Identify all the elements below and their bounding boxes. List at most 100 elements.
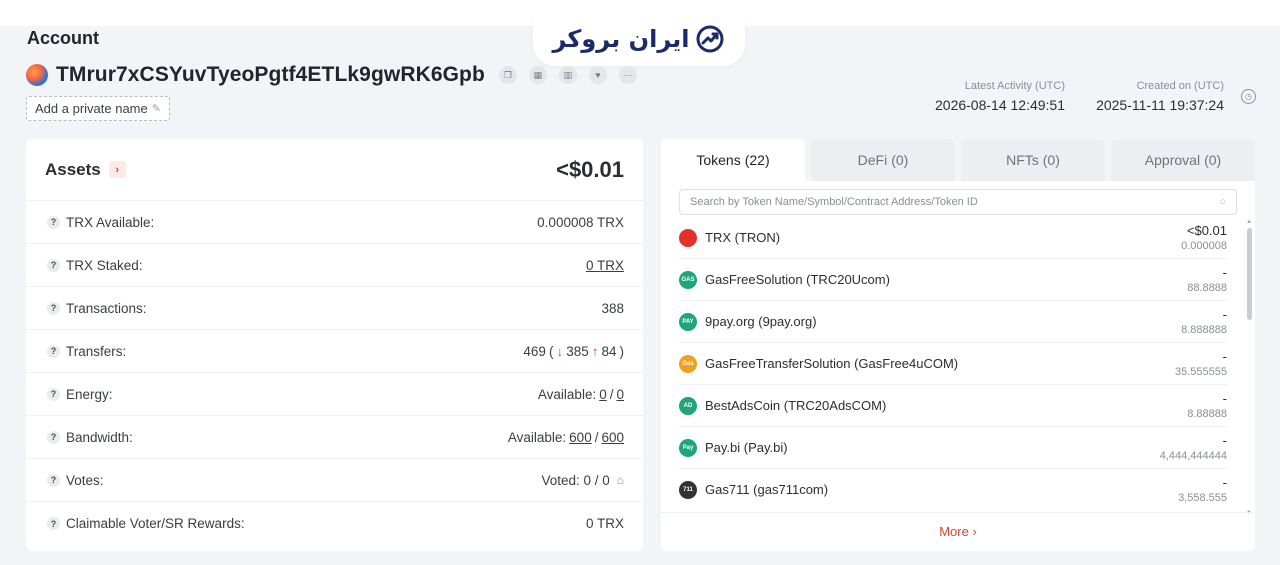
token-values: - 88.8888 <box>1187 265 1227 294</box>
token-list-scrollbar[interactable]: ▲ ▼ <box>1246 219 1252 516</box>
token-row[interactable]: PAY 9pay.org (9pay.org) - 8.888888 <box>679 301 1227 343</box>
help-icon[interactable]: ? <box>47 517 60 530</box>
account-title: Account <box>27 28 99 48</box>
add-private-name-button[interactable]: Add a private name ✎ <box>26 96 170 121</box>
token-row[interactable]: AD BestAdsCoin (TRC20AdsCOM) - 8.88888 <box>679 385 1227 427</box>
tab-count: (0) <box>1204 152 1222 168</box>
token-info: GAS GasFreeSolution (TRC20Ucom) <box>679 270 890 289</box>
assets-title[interactable]: Assets › <box>45 160 126 180</box>
token-amount: 0.000008 <box>1181 240 1227 252</box>
token-logo-icon: 711 <box>679 480 697 499</box>
vote-icon[interactable]: ⌂ <box>617 473 624 487</box>
more-link[interactable]: More › <box>661 524 1255 539</box>
timezone-clock-icon[interactable]: ◷ <box>1241 89 1256 104</box>
copy-icon[interactable]: ❐ <box>498 66 517 84</box>
token-usd-value: - <box>1222 307 1227 322</box>
asset-row-transactions: ? Transactions: 388 <box>26 287 643 330</box>
divider <box>661 512 1255 513</box>
assets-card: Assets › <$0.01 ? TRX Available: 0.000008… <box>26 139 643 551</box>
token-amount: 3,558.555 <box>1178 492 1227 504</box>
asset-label: Energy: <box>66 386 113 402</box>
token-info: TRX (TRON) <box>679 228 780 247</box>
token-logo-icon <box>679 228 697 247</box>
latest-activity-label: Latest Activity (UTC) <box>964 80 1065 92</box>
transfers-in: 385 <box>566 343 589 359</box>
tab-defi[interactable]: DeFi (0) <box>811 139 955 181</box>
token-name[interactable]: TRX (TRON) <box>705 230 780 245</box>
token-search-input[interactable] <box>690 196 1190 208</box>
token-row[interactable]: Gas GasFreeTransferSolution (GasFree4uCOM… <box>679 343 1227 385</box>
account-avatar <box>26 64 48 86</box>
scroll-down-icon[interactable]: ▼ <box>1246 510 1252 516</box>
asset-row-transfers: ? Transfers: 469 ( ↓ 385 ↑ 84 ) <box>26 330 643 373</box>
holdings-tabs: Tokens (22) DeFi (0) NFTs (0) Approval (0) <box>661 139 1255 181</box>
tab-approval[interactable]: Approval (0) <box>1111 139 1255 181</box>
chevron-right-icon[interactable]: › <box>108 161 126 178</box>
token-name[interactable]: Pay.bi (Pay.bi) <box>705 440 788 455</box>
address-actions: ❐ ▦ ▥ ♥ ··· <box>498 66 637 84</box>
asset-value: 0.000008 TRX <box>537 214 624 230</box>
address-row: TMrur7xCSYuvTyeoPgtf4ETLk9gwRK6Gpb ❐ ▦ ▥… <box>26 62 637 88</box>
token-name[interactable]: Gas711 (gas711com) <box>705 482 828 497</box>
paren-open: ( <box>548 343 554 359</box>
arrow-up-icon: ↑ <box>591 343 599 359</box>
tab-tokens[interactable]: Tokens (22) <box>661 139 805 181</box>
asset-row-energy: ? Energy: Available: 0 / 0 <box>26 373 643 416</box>
bandwidth-used-link[interactable]: 600 <box>569 430 592 445</box>
help-icon[interactable]: ? <box>47 387 60 401</box>
token-row[interactable]: TRX (TRON) <$0.01 0.000008 <box>679 217 1227 259</box>
token-amount: 35.555555 <box>1175 366 1227 378</box>
transfers-total: 469 <box>523 343 546 359</box>
tab-count: (0) <box>891 152 909 168</box>
help-icon[interactable]: ? <box>47 258 60 272</box>
energy-used-link[interactable]: 0 <box>599 387 607 402</box>
more-icon[interactable]: ··· <box>618 66 637 84</box>
token-info: Gas GasFreeTransferSolution (GasFree4uCOM… <box>679 354 958 373</box>
heart-icon[interactable]: ♥ <box>588 66 607 84</box>
token-name[interactable]: 9pay.org (9pay.org) <box>705 314 817 329</box>
token-list: TRX (TRON) <$0.01 0.000008 GAS GasFreeSoluti… <box>679 217 1227 507</box>
watermark-text: ایران بروکر <box>552 25 690 53</box>
tab-nfts[interactable]: NFTs (0) <box>961 139 1105 181</box>
bandwidth-max-link[interactable]: 600 <box>601 430 624 445</box>
token-logo-icon: PAY <box>679 312 697 331</box>
energy-prefix: Available: <box>537 386 597 402</box>
token-row[interactable]: 711 Gas711 (gas711com) - 3,558.555 <box>679 469 1227 507</box>
help-icon[interactable]: ? <box>47 301 60 315</box>
asset-row-bandwidth: ? Bandwidth: Available: 600 / 600 <box>26 416 643 459</box>
latest-activity-value: 2026-08-14 12:49:51 <box>935 97 1065 113</box>
token-info: PAY 9pay.org (9pay.org) <box>679 312 817 331</box>
staked-link[interactable]: 0 TRX <box>586 258 624 273</box>
energy-max-link[interactable]: 0 <box>616 387 624 402</box>
tab-count: (22) <box>744 152 770 168</box>
help-icon[interactable]: ? <box>47 215 60 229</box>
scrollbar-thumb[interactable] <box>1247 228 1252 320</box>
created-on: Created on (UTC) 2025-11-11 19:37:24 <box>1096 80 1224 113</box>
token-name[interactable]: GasFreeTransferSolution (GasFree4uCOM) <box>705 356 958 371</box>
help-icon[interactable]: ? <box>47 344 60 358</box>
token-values: - 8.88888 <box>1187 391 1227 420</box>
scroll-up-icon[interactable]: ▲ <box>1246 219 1252 225</box>
asset-label: Transactions: <box>66 300 147 316</box>
token-info: AD BestAdsCoin (TRC20AdsCOM) <box>679 396 886 415</box>
asset-label: Transfers: <box>66 343 127 359</box>
add-private-name-label: Add a private name <box>35 101 148 116</box>
token-name[interactable]: BestAdsCoin (TRC20AdsCOM) <box>705 398 886 413</box>
token-amount: 88.8888 <box>1187 282 1227 294</box>
help-icon[interactable]: ? <box>47 473 60 487</box>
asset-value: 0 TRX <box>585 516 624 531</box>
token-name[interactable]: GasFreeSolution (TRC20Ucom) <box>705 272 890 287</box>
help-icon[interactable]: ? <box>47 430 60 444</box>
token-row[interactable]: GAS GasFreeSolution (TRC20Ucom) - 88.8888 <box>679 259 1227 301</box>
token-usd-value: - <box>1222 265 1227 280</box>
qr-code-icon[interactable]: ▦ <box>528 66 547 84</box>
search-icon[interactable]: ○ <box>1219 196 1226 208</box>
chart-icon[interactable]: ▥ <box>558 66 577 84</box>
token-logo-icon: AD <box>679 396 697 415</box>
tab-label: DeFi <box>857 152 888 168</box>
token-usd-value: - <box>1222 391 1227 406</box>
token-values: - 4,444,444444 <box>1160 433 1227 462</box>
more-label: More <box>939 524 969 539</box>
bandwidth-prefix: Available: <box>507 429 567 445</box>
token-row[interactable]: Pay Pay.bi (Pay.bi) - 4,444,444444 <box>679 427 1227 469</box>
